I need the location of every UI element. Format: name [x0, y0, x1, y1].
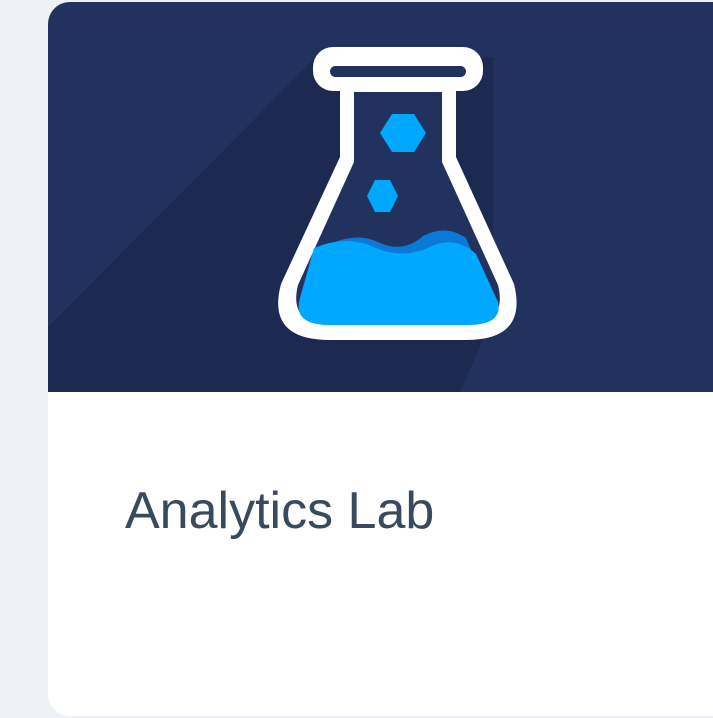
card-banner	[48, 2, 713, 392]
flask-liquid	[298, 241, 499, 325]
analytics-lab-card[interactable]: Analytics Lab	[48, 2, 713, 716]
banner-graphic	[48, 2, 713, 392]
flask-rim-slot	[330, 66, 466, 77]
card-title: Analytics Lab	[125, 482, 435, 540]
